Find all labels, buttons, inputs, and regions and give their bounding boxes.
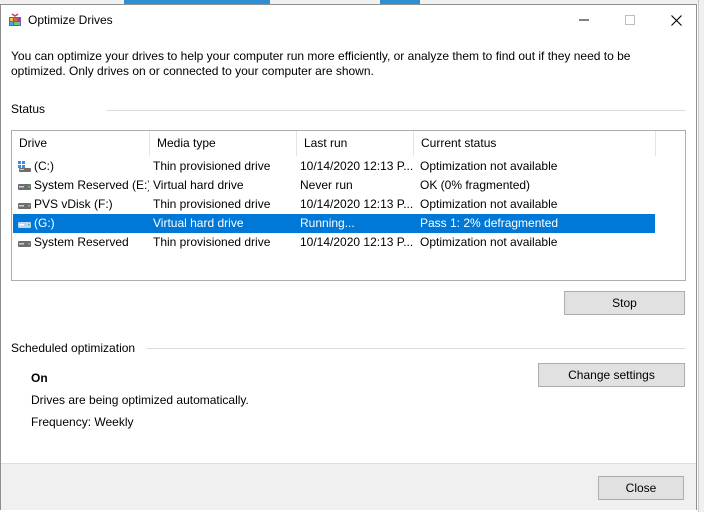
drive-name: PVS vDisk (F:) bbox=[34, 197, 113, 211]
drive-row[interactable]: (C:) Thin provisioned drive 10/14/2020 1… bbox=[13, 157, 655, 176]
drive-icon bbox=[18, 184, 31, 190]
title-bar[interactable]: Optimize Drives bbox=[1, 5, 696, 35]
scheduled-divider bbox=[146, 348, 686, 349]
change-settings-button[interactable]: Change settings bbox=[538, 363, 685, 387]
current-status: Pass 1: 2% defragmented bbox=[420, 216, 559, 230]
drive-row-selected[interactable]: (G:) Virtual hard drive Running... Pass … bbox=[13, 214, 655, 233]
scheduled-section-label: Scheduled optimization bbox=[11, 341, 136, 355]
background-window-edge bbox=[698, 0, 704, 512]
drive-row[interactable]: PVS vDisk (F:) Thin provisioned drive 10… bbox=[13, 195, 655, 214]
drive-name: System Reserved (E:) bbox=[34, 178, 149, 192]
close-window-button[interactable] bbox=[653, 5, 699, 35]
last-run: 10/14/2020 12:13 P... bbox=[300, 197, 414, 211]
current-status: Optimization not available bbox=[420, 159, 558, 173]
dialog-footer: Close bbox=[1, 463, 696, 510]
current-status: Optimization not available bbox=[420, 197, 558, 211]
last-run: Never run bbox=[300, 178, 353, 192]
media-type: Thin provisioned drive bbox=[153, 235, 271, 249]
current-status: OK (0% fragmented) bbox=[420, 178, 531, 192]
media-type: Virtual hard drive bbox=[153, 216, 244, 230]
drive-icon bbox=[18, 222, 31, 228]
current-status: Optimization not available bbox=[420, 235, 558, 249]
optimize-drives-dialog: Optimize Drives You can optimize your dr… bbox=[0, 4, 697, 510]
drive-list[interactable]: Drive Media type Last run Current status… bbox=[11, 130, 686, 281]
drive-icon bbox=[18, 203, 31, 209]
minimize-button[interactable] bbox=[561, 5, 607, 35]
window-title: Optimize Drives bbox=[28, 13, 113, 27]
drive-row[interactable]: System Reserved (E:) Virtual hard drive … bbox=[13, 176, 655, 195]
drive-name: (C:) bbox=[34, 159, 54, 173]
status-section-label: Status bbox=[11, 102, 46, 116]
column-header-current-status[interactable]: Current status bbox=[414, 131, 656, 156]
stop-button[interactable]: Stop bbox=[564, 291, 685, 315]
drive-row[interactable]: System Reserved Thin provisioned drive 1… bbox=[13, 233, 655, 252]
media-type: Thin provisioned drive bbox=[153, 159, 271, 173]
close-button[interactable]: Close bbox=[598, 476, 684, 500]
schedule-description: Drives are being optimized automatically… bbox=[31, 393, 249, 407]
drive-name: (G:) bbox=[34, 216, 55, 230]
schedule-frequency: Frequency: Weekly bbox=[31, 415, 134, 429]
maximize-icon bbox=[625, 15, 635, 25]
schedule-state: On bbox=[31, 371, 48, 385]
media-type: Virtual hard drive bbox=[153, 178, 244, 192]
maximize-button[interactable] bbox=[607, 5, 653, 35]
column-separator[interactable] bbox=[655, 131, 656, 156]
media-type: Thin provisioned drive bbox=[153, 197, 271, 211]
column-header-drive[interactable]: Drive bbox=[12, 131, 149, 156]
last-run: Running... bbox=[300, 216, 355, 230]
defrag-app-icon bbox=[9, 13, 21, 26]
minimize-icon bbox=[579, 19, 589, 21]
drive-name: System Reserved bbox=[34, 235, 129, 249]
system-drive-icon bbox=[18, 161, 31, 172]
drive-icon bbox=[18, 241, 31, 247]
last-run: 10/14/2020 12:13 P... bbox=[300, 235, 414, 249]
column-header-last-run[interactable]: Last run bbox=[297, 131, 413, 156]
close-icon bbox=[670, 14, 682, 26]
column-header-media-type[interactable]: Media type bbox=[150, 131, 296, 156]
intro-text: You can optimize your drives to help you… bbox=[11, 49, 631, 78]
last-run: 10/14/2020 12:13 P... bbox=[300, 159, 414, 173]
status-divider bbox=[106, 110, 686, 111]
